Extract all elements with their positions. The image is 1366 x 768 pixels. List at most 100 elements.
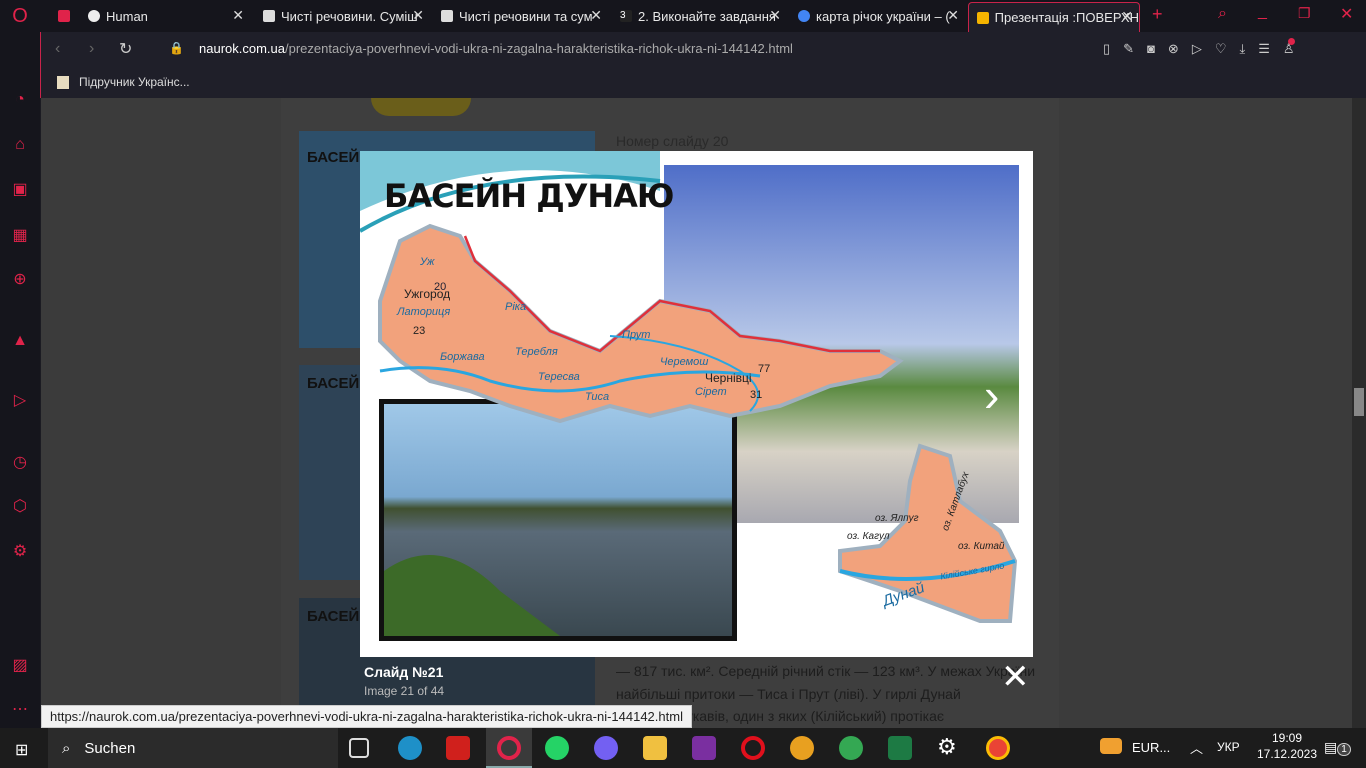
tab[interactable]: Чисті речовини та сум ✕ <box>433 2 608 30</box>
notifications-icon[interactable]: ▤ 1 <box>1324 739 1351 756</box>
acrobat-icon[interactable] <box>446 736 470 760</box>
chrome-icon[interactable] <box>986 736 1010 760</box>
speed-dial-icon[interactable]: ◔ <box>10 90 30 110</box>
heart-icon[interactable]: ♡ <box>1215 41 1240 56</box>
minimize-button[interactable]: _ <box>1258 3 1267 21</box>
cube-icon[interactable]: ⬡ <box>10 497 30 517</box>
download-icon[interactable]: ⤓ <box>1239 41 1258 56</box>
url-path: /prezentaciya-poverhnevi-vodi-ukra-ni-za… <box>285 41 793 56</box>
gx-icon[interactable] <box>50 2 80 30</box>
close-tab-icon[interactable]: ✕ <box>1121 8 1133 25</box>
viber-icon[interactable] <box>594 736 618 760</box>
gallery-icon[interactable]: ▨ <box>10 656 30 676</box>
edge-icon[interactable] <box>398 736 422 760</box>
map-labels: Ужгород Уж 20 Латориця 23 Боржава Ріка Т… <box>360 151 1033 657</box>
url-domain: naurok.com.ua <box>199 41 285 56</box>
aria-icon[interactable]: ▲ <box>10 331 30 351</box>
map-label: Боржава <box>440 351 485 363</box>
onenote-icon[interactable] <box>692 736 716 760</box>
bookmark-label: Підручник Українс... <box>79 75 190 89</box>
map-label: Чернівці <box>705 371 752 385</box>
close-window-button[interactable]: ✕ <box>1340 4 1353 24</box>
tab-title: Чисті речовини. Суміш <box>281 8 418 24</box>
close-tab-icon[interactable]: ✕ <box>412 7 424 24</box>
tab-active[interactable]: Презентація :ПОВЕРХН ✕ <box>968 2 1140 32</box>
clock[interactable]: 19:09 17.12.2023 <box>1255 731 1319 761</box>
search-placeholder: Suchen <box>84 739 136 757</box>
windows-start-icon[interactable]: ⊞ <box>15 740 28 760</box>
tray-app-label[interactable]: EUR... <box>1132 740 1170 755</box>
map-label: 23 <box>413 325 426 337</box>
adblock-icon[interactable]: ⊗ <box>1168 41 1192 56</box>
close-tab-icon[interactable]: ✕ <box>232 7 244 24</box>
twitch-icon[interactable]: ▣ <box>10 180 30 200</box>
close-lightbox-button[interactable]: ✕ <box>1001 660 1030 694</box>
gamepad-icon[interactable]: ⊕ <box>10 270 30 290</box>
scrollbar-thumb[interactable] <box>1354 388 1364 416</box>
map-label: Уж <box>420 256 435 268</box>
map-label: Прут <box>622 329 651 341</box>
bag-icon[interactable]: ⌂ <box>10 135 30 155</box>
tab-title: Human <box>106 8 148 24</box>
map-label: Дунай <box>880 579 927 610</box>
close-tab-icon[interactable]: ✕ <box>590 7 602 24</box>
camera-icon[interactable]: ◙ <box>1147 41 1168 56</box>
map-label: Сірет <box>695 386 727 398</box>
tab-favicon: 3 <box>620 10 632 22</box>
close-tab-icon[interactable]: ✕ <box>947 7 959 24</box>
forward-button[interactable]: › <box>89 40 94 58</box>
history-icon[interactable]: ◷ <box>10 453 30 473</box>
map-label: оз. Ялпуг <box>875 513 919 524</box>
scrollbar[interactable] <box>1352 98 1366 728</box>
vpn-icon[interactable] <box>790 736 814 760</box>
excel-icon[interactable] <box>888 736 912 760</box>
easy-setup-icon[interactable]: ☰ <box>1258 41 1283 56</box>
send-icon[interactable]: ▷ <box>1192 41 1215 56</box>
next-slide-button[interactable]: › <box>984 372 999 418</box>
toolbar-icons[interactable]: ▯✎◙⊗▷♡⤓☰♙ <box>1103 41 1308 57</box>
reload-button[interactable]: ↻ <box>119 39 132 59</box>
tab[interactable]: 3 2. Виконайте завдання ✕ <box>612 2 787 30</box>
more-icon[interactable]: ⋯ <box>10 700 30 720</box>
download-badge <box>1288 38 1295 45</box>
bookmark-item[interactable]: Підручник Українс... <box>57 75 190 89</box>
tab-title: Презентація :ПОВЕРХН <box>994 10 1139 25</box>
lightbox-slide: БАСЕЙН ДУНАЮ Ужгород Уж 20 Латориця 23 Б… <box>360 151 1033 657</box>
cpu-icon[interactable]: ▦ <box>10 226 30 246</box>
reader-icon[interactable]: ▯ <box>1103 41 1123 56</box>
settings-icon[interactable]: ⚙ <box>937 734 957 760</box>
search-box[interactable]: ⌕ Suchen <box>48 728 338 768</box>
tab-favicon <box>88 10 100 22</box>
tab[interactable]: Human ✕ <box>80 2 250 30</box>
lock-icon: 🔒 <box>169 41 184 55</box>
tab-favicon <box>977 11 989 24</box>
chrome-icon[interactable] <box>839 736 863 760</box>
profile-icon[interactable]: ♙ <box>1283 41 1308 56</box>
book-icon <box>57 75 69 89</box>
task-view-icon[interactable] <box>349 738 369 758</box>
language-indicator[interactable]: УКР <box>1217 740 1240 754</box>
explorer-icon[interactable] <box>643 736 667 760</box>
opera-logo-icon[interactable]: O <box>10 6 30 26</box>
new-tab-button[interactable]: + <box>1152 4 1163 25</box>
opera-icon[interactable] <box>741 736 765 760</box>
tab[interactable]: карта річок україни – (✕ <box>790 2 965 30</box>
edit-icon[interactable]: ✎ <box>1123 41 1147 56</box>
whatsapp-icon[interactable] <box>545 736 569 760</box>
status-url-tooltip: https://naurok.com.ua/prezentaciya-pover… <box>41 705 692 728</box>
settings-icon[interactable]: ⚙ <box>10 542 30 562</box>
clock-time: 19:09 <box>1271 731 1303 745</box>
back-button[interactable]: ‹ <box>55 40 60 58</box>
search-tabs-icon[interactable]: ⌕ <box>1218 5 1227 23</box>
tab[interactable]: Чисті речовини. Суміш ✕ <box>255 2 430 30</box>
player-icon[interactable]: ▷ <box>10 391 30 411</box>
opera-taskbar-button[interactable] <box>486 728 532 768</box>
map-label: 77 <box>758 363 771 375</box>
taskbar: ⊞ ⌕ Suchen ⚙ EUR... ︿ УКР 19:09 17.12.2023… <box>0 728 1366 768</box>
url-field[interactable]: naurok.com.ua/prezentaciya-poverhnevi-vo… <box>199 41 793 56</box>
tray-chevron-icon[interactable]: ︿ <box>1190 738 1203 757</box>
currency-app-icon[interactable] <box>1100 738 1122 754</box>
maximize-button[interactable]: ❐ <box>1298 5 1311 22</box>
page-text-line: — 817 тис. км². Середній річний стік — 1… <box>616 663 1036 679</box>
close-tab-icon[interactable]: ✕ <box>769 7 781 24</box>
